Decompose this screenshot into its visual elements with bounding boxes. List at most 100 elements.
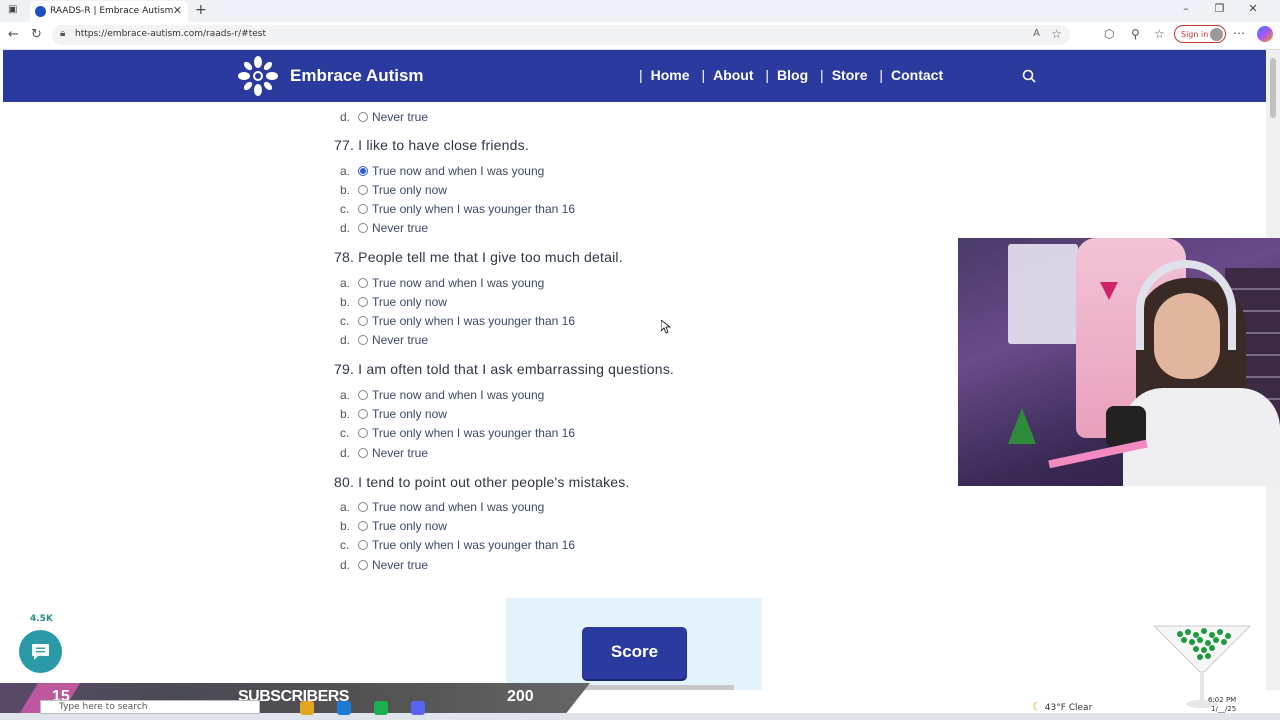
- radio-button[interactable]: [358, 334, 368, 345]
- radio-button[interactable]: [358, 408, 368, 419]
- new-tab-icon[interactable]: +: [195, 2, 207, 18]
- option-78-a[interactable]: a. True now and when I was young: [340, 275, 544, 291]
- option-78-c[interactable]: c. True only when I was younger than 16: [340, 313, 575, 329]
- question-78-title: 78. People tell me that I give too much …: [334, 249, 623, 265]
- webcam-overlay: [958, 238, 1280, 486]
- spotify-icon[interactable]: [374, 701, 389, 715]
- taskbar-clock[interactable]: 6:02 PM 1/__/25: [1208, 696, 1236, 714]
- minimize-icon[interactable]: –: [1171, 2, 1201, 15]
- nav-blog[interactable]: Blog: [777, 67, 808, 83]
- radio-button[interactable]: [358, 315, 368, 326]
- nav-store[interactable]: Store: [832, 67, 868, 83]
- option-79-a[interactable]: a. True now and when I was young: [340, 387, 544, 403]
- browser-tab-strip: ▣ RAADS-R | Embrace Autism ✕ + – ❐ ✕: [0, 0, 1280, 22]
- option-80-c[interactable]: c. True only when I was younger than 16: [340, 537, 575, 553]
- question-80-title: 80. I tend to point out other people's m…: [334, 474, 630, 490]
- radio-button[interactable]: [358, 184, 368, 195]
- system-tray: ☾ 43°F Clear: [1032, 700, 1092, 713]
- file-explorer-icon[interactable]: [300, 701, 314, 715]
- radio-button[interactable]: [358, 277, 368, 288]
- option-label: Never true: [372, 110, 429, 124]
- windows-taskbar: [0, 713, 1280, 720]
- radio-button[interactable]: [358, 501, 368, 512]
- radio-button[interactable]: [358, 111, 368, 122]
- copilot-icon[interactable]: [1257, 26, 1273, 42]
- option-80-d[interactable]: d. Never true: [340, 557, 428, 573]
- radio-button[interactable]: [358, 222, 368, 233]
- browser-tab[interactable]: RAADS-R | Embrace Autism ✕: [30, 1, 188, 22]
- favorite-icon[interactable]: ☆: [1051, 27, 1062, 41]
- chat-count: 4.5K: [30, 614, 53, 624]
- read-aloud-icon[interactable]: A: [1033, 28, 1040, 39]
- question-77-title: 77. I like to have close friends.: [334, 137, 529, 153]
- radio-button[interactable]: [358, 539, 368, 550]
- question-79-title: 79. I am often told that I ask embarrass…: [334, 361, 674, 377]
- subscriber-goal: 200: [507, 688, 534, 705]
- collections-icon[interactable]: ⚲: [1131, 27, 1140, 41]
- whiteboard: [1008, 244, 1078, 344]
- radio-button[interactable]: [358, 203, 368, 214]
- chat-button[interactable]: [19, 630, 62, 673]
- chat-icon: [32, 644, 49, 660]
- option-78-b[interactable]: b. True only now: [340, 294, 447, 310]
- option-77-a[interactable]: a. True now and when I was young: [340, 163, 544, 179]
- christmas-tree-icon: [1008, 408, 1036, 444]
- taskbar-search-input[interactable]: Type here to search: [40, 700, 260, 714]
- weather-moon-icon[interactable]: ☾: [1032, 700, 1042, 713]
- radio-button[interactable]: [358, 559, 368, 570]
- option-76-d[interactable]: d. Never true: [340, 109, 428, 125]
- option-80-b[interactable]: b. True only now: [340, 518, 447, 534]
- score-button[interactable]: Score: [582, 627, 687, 679]
- nav-about[interactable]: About: [713, 67, 753, 83]
- clock-time: 6:02 PM: [1208, 696, 1237, 704]
- radio-button-selected[interactable]: [358, 165, 368, 176]
- close-tab-icon[interactable]: ✕: [173, 1, 182, 21]
- site-header: Embrace Autism | Home | About | Blog | Store…: [3, 50, 1267, 102]
- option-79-b[interactable]: b. True only now: [340, 406, 447, 422]
- option-letter: d.: [340, 110, 351, 124]
- profile-avatar: [1210, 28, 1223, 41]
- maximize-icon[interactable]: ❐: [1205, 2, 1235, 15]
- mouse-cursor-icon: [661, 320, 671, 334]
- radio-button[interactable]: [358, 389, 368, 400]
- weather-text[interactable]: 43°F Clear: [1045, 703, 1093, 713]
- sign-in-label: Sign in: [1181, 30, 1209, 39]
- option-79-c[interactable]: c. True only when I was younger than 16: [340, 425, 575, 441]
- option-78-d[interactable]: d. Never true: [340, 332, 428, 348]
- clock-date: 1/__/25: [1211, 705, 1237, 713]
- extensions-icon[interactable]: ⬡: [1104, 27, 1114, 41]
- more-icon[interactable]: ⋯: [1233, 26, 1245, 40]
- nav-home[interactable]: Home: [651, 67, 690, 83]
- browser-toolbar: ← ↻ 🔒︎ https://embrace-autism.com/raads-…: [0, 22, 1280, 50]
- radio-button[interactable]: [358, 296, 368, 307]
- radio-button[interactable]: [358, 427, 368, 438]
- address-bar[interactable]: 🔒︎ https://embrace-autism.com/raads-r/#t…: [52, 25, 1070, 45]
- refresh-icon[interactable]: ↻: [31, 27, 42, 42]
- embrace-autism-logo-icon[interactable]: [236, 54, 280, 98]
- tab-actions-icon[interactable]: ▣: [8, 4, 17, 15]
- radio-button[interactable]: [358, 447, 368, 458]
- window-controls: – ❐ ✕: [1171, 2, 1268, 15]
- streamer-shirt: [1123, 388, 1280, 486]
- discord-icon[interactable]: [411, 701, 426, 715]
- search-icon[interactable]: [1022, 69, 1036, 83]
- option-79-d[interactable]: d. Never true: [340, 445, 428, 461]
- radio-button[interactable]: [358, 520, 368, 531]
- sign-in-button[interactable]: Sign in: [1174, 25, 1226, 43]
- url-text[interactable]: https://embrace-autism.com/raads-r/#test: [75, 29, 266, 39]
- option-80-a[interactable]: a. True now and when I was young: [340, 499, 544, 515]
- scrollbar-thumb[interactable]: [1270, 58, 1276, 118]
- option-77-b[interactable]: b. True only now: [340, 182, 447, 198]
- martini-glass-icon: [1152, 625, 1252, 708]
- site-brand[interactable]: Embrace Autism: [290, 66, 424, 86]
- lock-icon[interactable]: 🔒︎: [60, 28, 65, 39]
- headphones-icon: [1136, 260, 1236, 350]
- favorites-bar-icon[interactable]: ☆: [1154, 27, 1165, 41]
- option-77-c[interactable]: c. True only when I was younger than 16: [340, 201, 575, 217]
- taskbar-apps: [300, 700, 443, 719]
- nav-contact[interactable]: Contact: [891, 67, 943, 83]
- option-77-d[interactable]: d. Never true: [340, 220, 428, 236]
- close-window-icon[interactable]: ✕: [1238, 2, 1268, 15]
- edge-icon[interactable]: [337, 701, 352, 715]
- back-icon[interactable]: ←: [8, 27, 19, 42]
